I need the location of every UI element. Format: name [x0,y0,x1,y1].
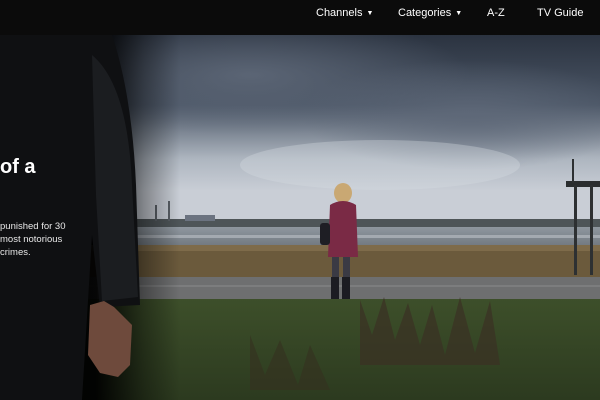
hero-description-line: punished for 30 [0,221,66,232]
nav-a-z-label: A-Z [487,7,505,19]
hero-banner[interactable]: of a punished for 30 most notorious crim… [0,35,600,400]
hero-title: of a [0,156,36,178]
hero-image [0,35,600,400]
chevron-down-icon: ▼ [455,10,463,17]
nav-categories-menu[interactable]: Categories ▼ [398,0,462,28]
nav-channels-label: Channels [316,7,363,19]
chevron-down-icon: ▼ [366,10,374,17]
nav-tv-guide-link[interactable]: TV Guide [537,0,583,28]
nav-channels-menu[interactable]: Channels ▼ [316,0,373,28]
hero-description-line: most notorious [0,234,63,245]
nav-tv-guide-label: TV Guide [537,7,584,19]
nav-a-z-link[interactable]: A-Z [487,0,505,28]
nav-categories-label: Categories [398,7,452,19]
hero-description: punished for 30 most notorious crimes. [0,220,75,259]
top-navigation-bar: Channels ▼ Categories ▼ A-Z TV Guide [0,0,600,35]
hero-description-line: crimes. [0,247,31,258]
